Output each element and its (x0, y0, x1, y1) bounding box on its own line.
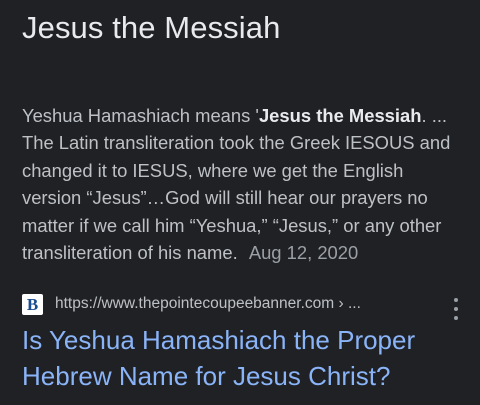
vertical-dots-icon[interactable] (446, 298, 466, 320)
featured-snippet-text: Yeshua Hamashiach means 'Jesus the Messi… (22, 102, 467, 266)
snippet-highlight: Jesus the Messiah (258, 105, 422, 126)
menu-dot (454, 307, 458, 311)
newspaper-logo-icon: B (22, 293, 43, 315)
result-url[interactable]: https://www.thepointecoupeebanner.com › … (55, 295, 361, 313)
menu-dot (454, 316, 458, 320)
featured-snippet-heading: Jesus the Messiah (22, 10, 281, 45)
snippet-text-before: Yeshua Hamashiach means ' (22, 105, 259, 126)
snippet-text-after: . ... The Latin transliteration took the… (22, 105, 451, 264)
menu-dot (454, 298, 458, 302)
result-title-link[interactable]: Is Yeshua Hamashiach the Proper Hebrew N… (22, 322, 462, 394)
snippet-date: Aug 12, 2020 (248, 242, 359, 264)
result-source[interactable]: B https://www.thepointecoupeebanner.com … (22, 292, 462, 316)
featured-snippet-card: Jesus the Messiah Yeshua Hamashiach mean… (0, 0, 480, 405)
